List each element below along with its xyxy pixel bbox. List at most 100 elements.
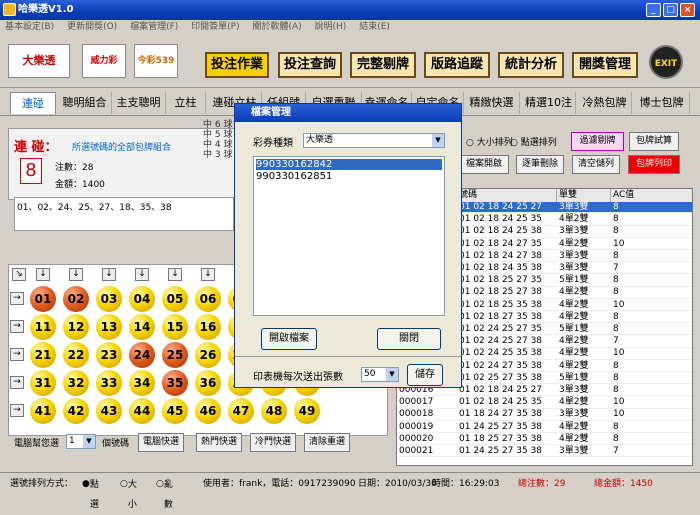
maximize-button[interactable]: □ <box>663 3 678 17</box>
number-ball[interactable]: 33 <box>96 370 122 396</box>
save-button[interactable]: 儲存 <box>407 364 443 386</box>
sort-size-option[interactable]: ○ 大小排列 <box>466 135 513 148</box>
table-row[interactable]: 000020 01 18 25 27 35 38 4單2雙 8 <box>397 434 692 446</box>
select-row-arrow[interactable]: → <box>10 376 24 389</box>
number-ball[interactable]: 16 <box>195 314 221 340</box>
delete-row-button[interactable]: 逐筆刪除 <box>516 155 564 174</box>
select-column-arrow[interactable]: ↓ <box>201 268 215 281</box>
menu-help[interactable]: 說明(H) <box>310 20 352 35</box>
number-ball[interactable]: 14 <box>129 314 155 340</box>
number-ball[interactable]: 41 <box>30 398 56 424</box>
select-row-arrow[interactable]: → <box>10 404 24 417</box>
menu-about[interactable]: 關於軟體(A) <box>247 20 306 35</box>
sort-click-option[interactable]: ○ 點選排列 <box>510 135 557 148</box>
lottery-type-select[interactable]: 大樂透 ▼ <box>303 133 445 148</box>
close-button[interactable]: × <box>680 3 695 17</box>
number-ball[interactable]: 12 <box>63 314 89 340</box>
number-ball[interactable]: 25 <box>162 342 188 368</box>
file-item[interactable]: 990330162851 <box>256 171 442 182</box>
select-column-arrow[interactable]: ↓ <box>135 268 149 281</box>
exit-button[interactable]: EXIT <box>649 45 683 79</box>
trend-button[interactable]: 版路追蹤 <box>424 52 490 78</box>
sort-click-radio[interactable]: ● 點選 <box>82 474 99 510</box>
select-column-arrow[interactable]: ↓ <box>69 268 83 281</box>
table-row[interactable]: 000018 01 18 24 27 35 38 3單3雙 10 <box>397 409 692 421</box>
number-ball[interactable]: 15 <box>162 314 188 340</box>
daily539-logo[interactable]: 今彩539 <box>134 44 178 78</box>
number-ball[interactable]: 02 <box>63 286 89 312</box>
table-row[interactable]: 000017 01 02 18 24 25 35 4單2雙 10 <box>397 397 692 409</box>
tab-hotcold[interactable]: 冷熱包牌 <box>578 92 632 114</box>
tab-column[interactable]: 立柱 <box>166 92 206 114</box>
number-ball[interactable]: 34 <box>129 370 155 396</box>
table-row[interactable]: 000021 01 24 25 27 35 38 3單3雙 7 <box>397 446 692 458</box>
table-row[interactable]: 000019 01 24 25 27 35 38 4單2雙 8 <box>397 422 692 433</box>
menu-basic[interactable]: 基本設定(B) <box>0 20 59 35</box>
clear-list-button[interactable]: 清空儲列 <box>572 155 620 174</box>
menu-exit[interactable]: 結束(E) <box>354 20 395 35</box>
number-ball[interactable]: 31 <box>30 370 56 396</box>
table-header[interactable]: AC值 <box>611 189 692 202</box>
menu-update[interactable]: 更新開獎(O) <box>62 20 122 35</box>
number-ball[interactable]: 24 <box>129 342 155 368</box>
chevron-down-icon[interactable]: ▼ <box>83 435 95 448</box>
number-ball[interactable]: 23 <box>96 342 122 368</box>
cold-pick-button[interactable]: 冷門快選 <box>250 433 296 452</box>
minimize-button[interactable]: _ <box>646 3 661 17</box>
tab-top10[interactable]: 精選10注 <box>522 92 576 114</box>
print-count-select[interactable]: 50 ▼ <box>361 367 399 382</box>
number-ball[interactable]: 11 <box>30 314 56 340</box>
lotto-logo[interactable]: 大樂透 <box>8 44 70 78</box>
number-ball[interactable]: 48 <box>261 398 287 424</box>
number-ball[interactable]: 35 <box>162 370 188 396</box>
chevron-down-icon[interactable]: ▼ <box>386 368 398 381</box>
print-button[interactable]: 包牌列印 <box>628 155 680 174</box>
bet-button[interactable]: 投注作業 <box>205 52 269 78</box>
number-ball[interactable]: 21 <box>30 342 56 368</box>
stats-button[interactable]: 統計分析 <box>498 52 564 78</box>
number-ball[interactable]: 47 <box>228 398 254 424</box>
number-ball[interactable]: 44 <box>129 398 155 424</box>
tab-doctor[interactable]: 博士包牌 <box>634 92 690 114</box>
number-ball[interactable]: 13 <box>96 314 122 340</box>
sort-random-radio[interactable]: ○ 亂數 <box>156 474 173 510</box>
menu-file[interactable]: 檔案管理(F) <box>125 20 183 35</box>
number-ball[interactable]: 45 <box>162 398 188 424</box>
number-ball[interactable]: 05 <box>162 286 188 312</box>
number-ball[interactable]: 22 <box>63 342 89 368</box>
number-ball[interactable]: 42 <box>63 398 89 424</box>
number-ball[interactable]: 06 <box>195 286 221 312</box>
select-diagonal-arrow[interactable]: ↘ <box>12 268 26 281</box>
number-ball[interactable]: 43 <box>96 398 122 424</box>
dialog-close-button[interactable]: 關閉 <box>377 328 441 350</box>
number-ball[interactable]: 46 <box>195 398 221 424</box>
full-filter-button[interactable]: 完整剔牌 <box>350 52 416 78</box>
number-ball[interactable]: 01 <box>30 286 56 312</box>
file-open-button[interactable]: 檔案開啟 <box>459 155 509 174</box>
select-column-arrow[interactable]: ↓ <box>168 268 182 281</box>
clear-button[interactable]: 清除重選 <box>304 433 350 452</box>
menu-print[interactable]: 印閱簽單(P) <box>186 20 244 35</box>
number-ball[interactable]: 04 <box>129 286 155 312</box>
tab-smart[interactable]: 聰明組合 <box>58 92 112 114</box>
select-column-arrow[interactable]: ↓ <box>36 268 50 281</box>
computer-pick-button[interactable]: 電腦快選 <box>138 433 184 452</box>
tab-combo[interactable]: 連碰 <box>10 92 56 114</box>
table-header[interactable]: 號碼 <box>457 189 557 202</box>
open-file-button[interactable]: 開啟檔案 <box>261 328 317 350</box>
filter-button[interactable]: 過濾剔牌 <box>571 132 624 151</box>
try-calc-button[interactable]: 包牌試算 <box>629 132 679 151</box>
tab-main-smart[interactable]: 主支聰明 <box>112 92 166 114</box>
select-row-arrow[interactable]: → <box>10 292 24 305</box>
tab-fine[interactable]: 精緻快選 <box>464 92 520 114</box>
sort-size-radio[interactable]: ○ 大小 <box>120 474 137 510</box>
number-ball[interactable]: 36 <box>195 370 221 396</box>
table-header[interactable]: 單雙 <box>557 189 611 202</box>
number-ball[interactable]: 49 <box>294 398 320 424</box>
file-item[interactable]: 990330162842 <box>256 159 442 170</box>
draw-manage-button[interactable]: 開獎管理 <box>572 52 638 78</box>
number-ball[interactable]: 03 <box>96 286 122 312</box>
hot-pick-button[interactable]: 熱門快選 <box>196 433 242 452</box>
number-ball[interactable]: 26 <box>195 342 221 368</box>
select-row-arrow[interactable]: → <box>10 348 24 361</box>
